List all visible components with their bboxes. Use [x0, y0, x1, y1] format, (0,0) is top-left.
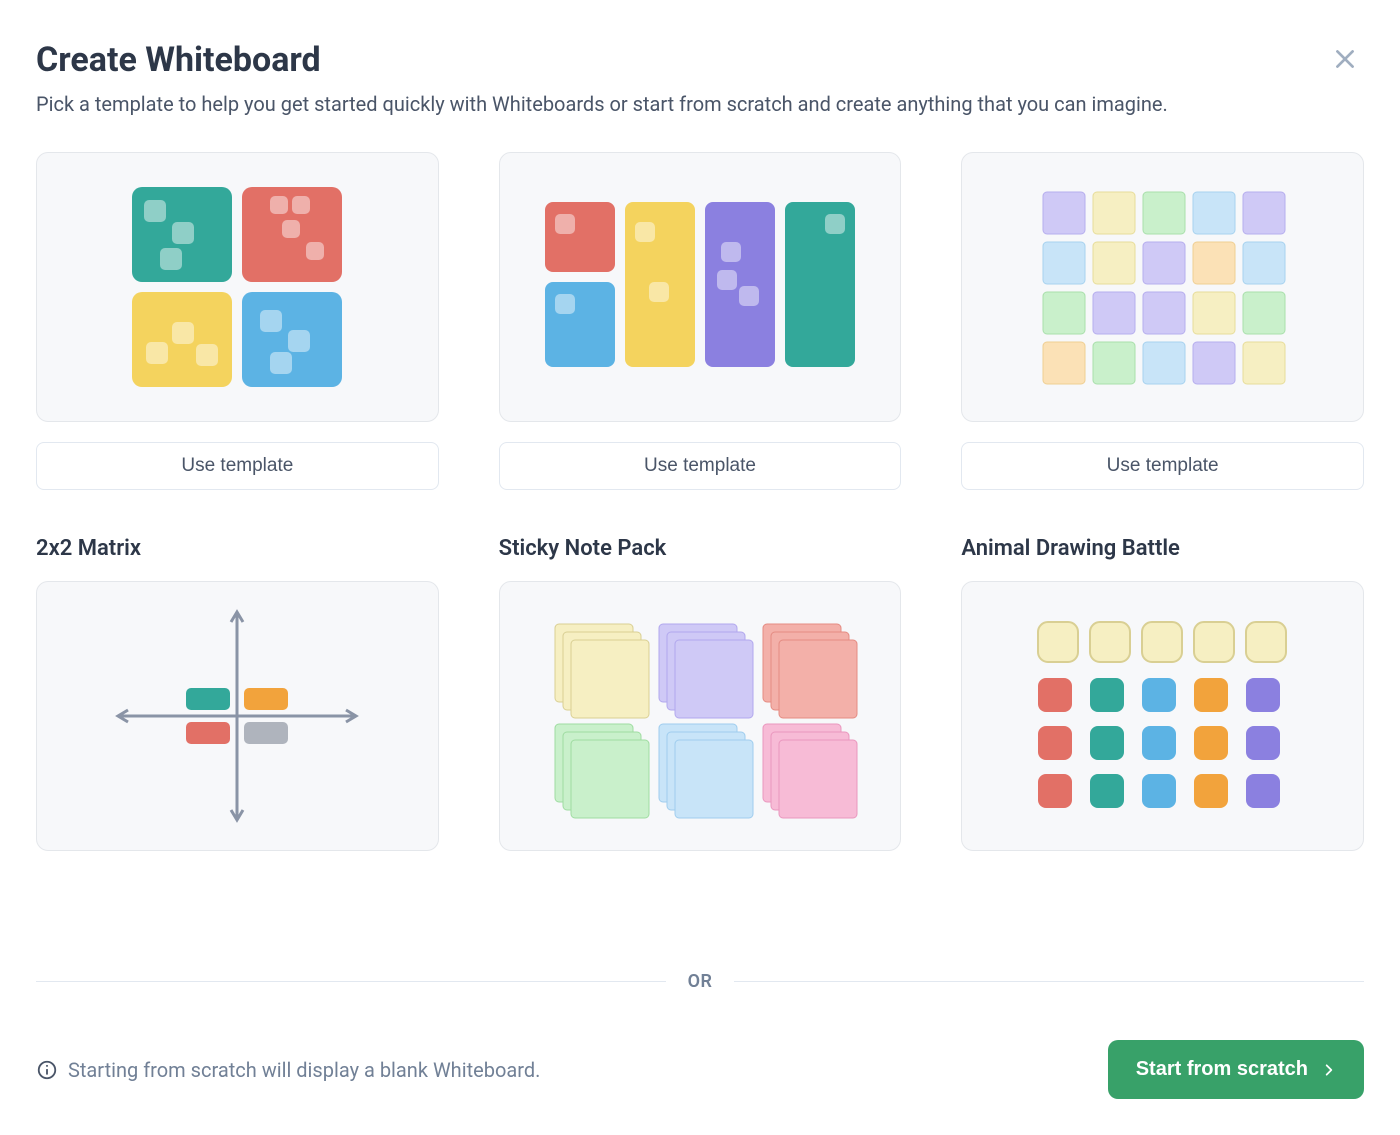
preview-kanban — [535, 192, 865, 382]
template-col-4: Sticky Note Pack — [499, 512, 902, 851]
use-template-button-1[interactable]: Use template — [499, 442, 902, 490]
create-whiteboard-modal: Create Whiteboard Pick a template to hel… — [0, 0, 1400, 1135]
template-col-1: Use template — [499, 152, 902, 490]
preview-animal-drawing-battle — [1028, 616, 1298, 816]
template-card-2x2-matrix[interactable] — [36, 581, 439, 851]
template-grid: Use template — [36, 152, 1364, 851]
template-col-0: Use template — [36, 152, 439, 490]
preview-color-grid — [1038, 187, 1288, 387]
use-template-button-0[interactable]: Use template — [36, 442, 439, 490]
use-template-button-2[interactable]: Use template — [961, 442, 1364, 490]
template-card-kanban[interactable] — [499, 152, 902, 422]
divider: OR — [36, 971, 1364, 992]
preview-getting-started — [122, 182, 352, 392]
close-icon — [1332, 46, 1358, 72]
modal-subtitle: Pick a template to help you get started … — [36, 92, 1364, 116]
template-col-2: Use template — [961, 152, 1364, 490]
template-title-3: 2x2 Matrix — [36, 536, 439, 561]
start-from-scratch-button[interactable]: Start from scratch — [1108, 1040, 1364, 1099]
close-button[interactable] — [1332, 46, 1358, 72]
template-col-5: Animal Drawing Battle — [961, 512, 1364, 851]
modal-title: Create Whiteboard — [36, 40, 1364, 80]
divider-line-right — [734, 981, 1364, 982]
template-card-sticky-note-pack[interactable] — [499, 581, 902, 851]
footer: Starting from scratch will display a bla… — [36, 1040, 1364, 1099]
template-col-3: 2x2 Matrix — [36, 512, 439, 851]
preview-sticky-note-pack — [535, 606, 865, 826]
header: Create Whiteboard Pick a template to hel… — [36, 40, 1364, 152]
template-card-animal-drawing-battle[interactable] — [961, 581, 1364, 851]
scratch-hint: Starting from scratch will display a bla… — [36, 1058, 540, 1082]
template-title-5: Animal Drawing Battle — [961, 536, 1364, 561]
start-from-scratch-label: Start from scratch — [1136, 1058, 1308, 1081]
divider-text: OR — [666, 971, 735, 992]
template-card-color-grid[interactable] — [961, 152, 1364, 422]
info-icon — [36, 1059, 58, 1081]
template-card-getting-started[interactable] — [36, 152, 439, 422]
preview-2x2-matrix — [102, 596, 372, 836]
chevron-right-icon — [1322, 1061, 1336, 1079]
divider-line-left — [36, 981, 666, 982]
template-title-4: Sticky Note Pack — [499, 536, 902, 561]
scratch-hint-text: Starting from scratch will display a bla… — [68, 1058, 540, 1082]
